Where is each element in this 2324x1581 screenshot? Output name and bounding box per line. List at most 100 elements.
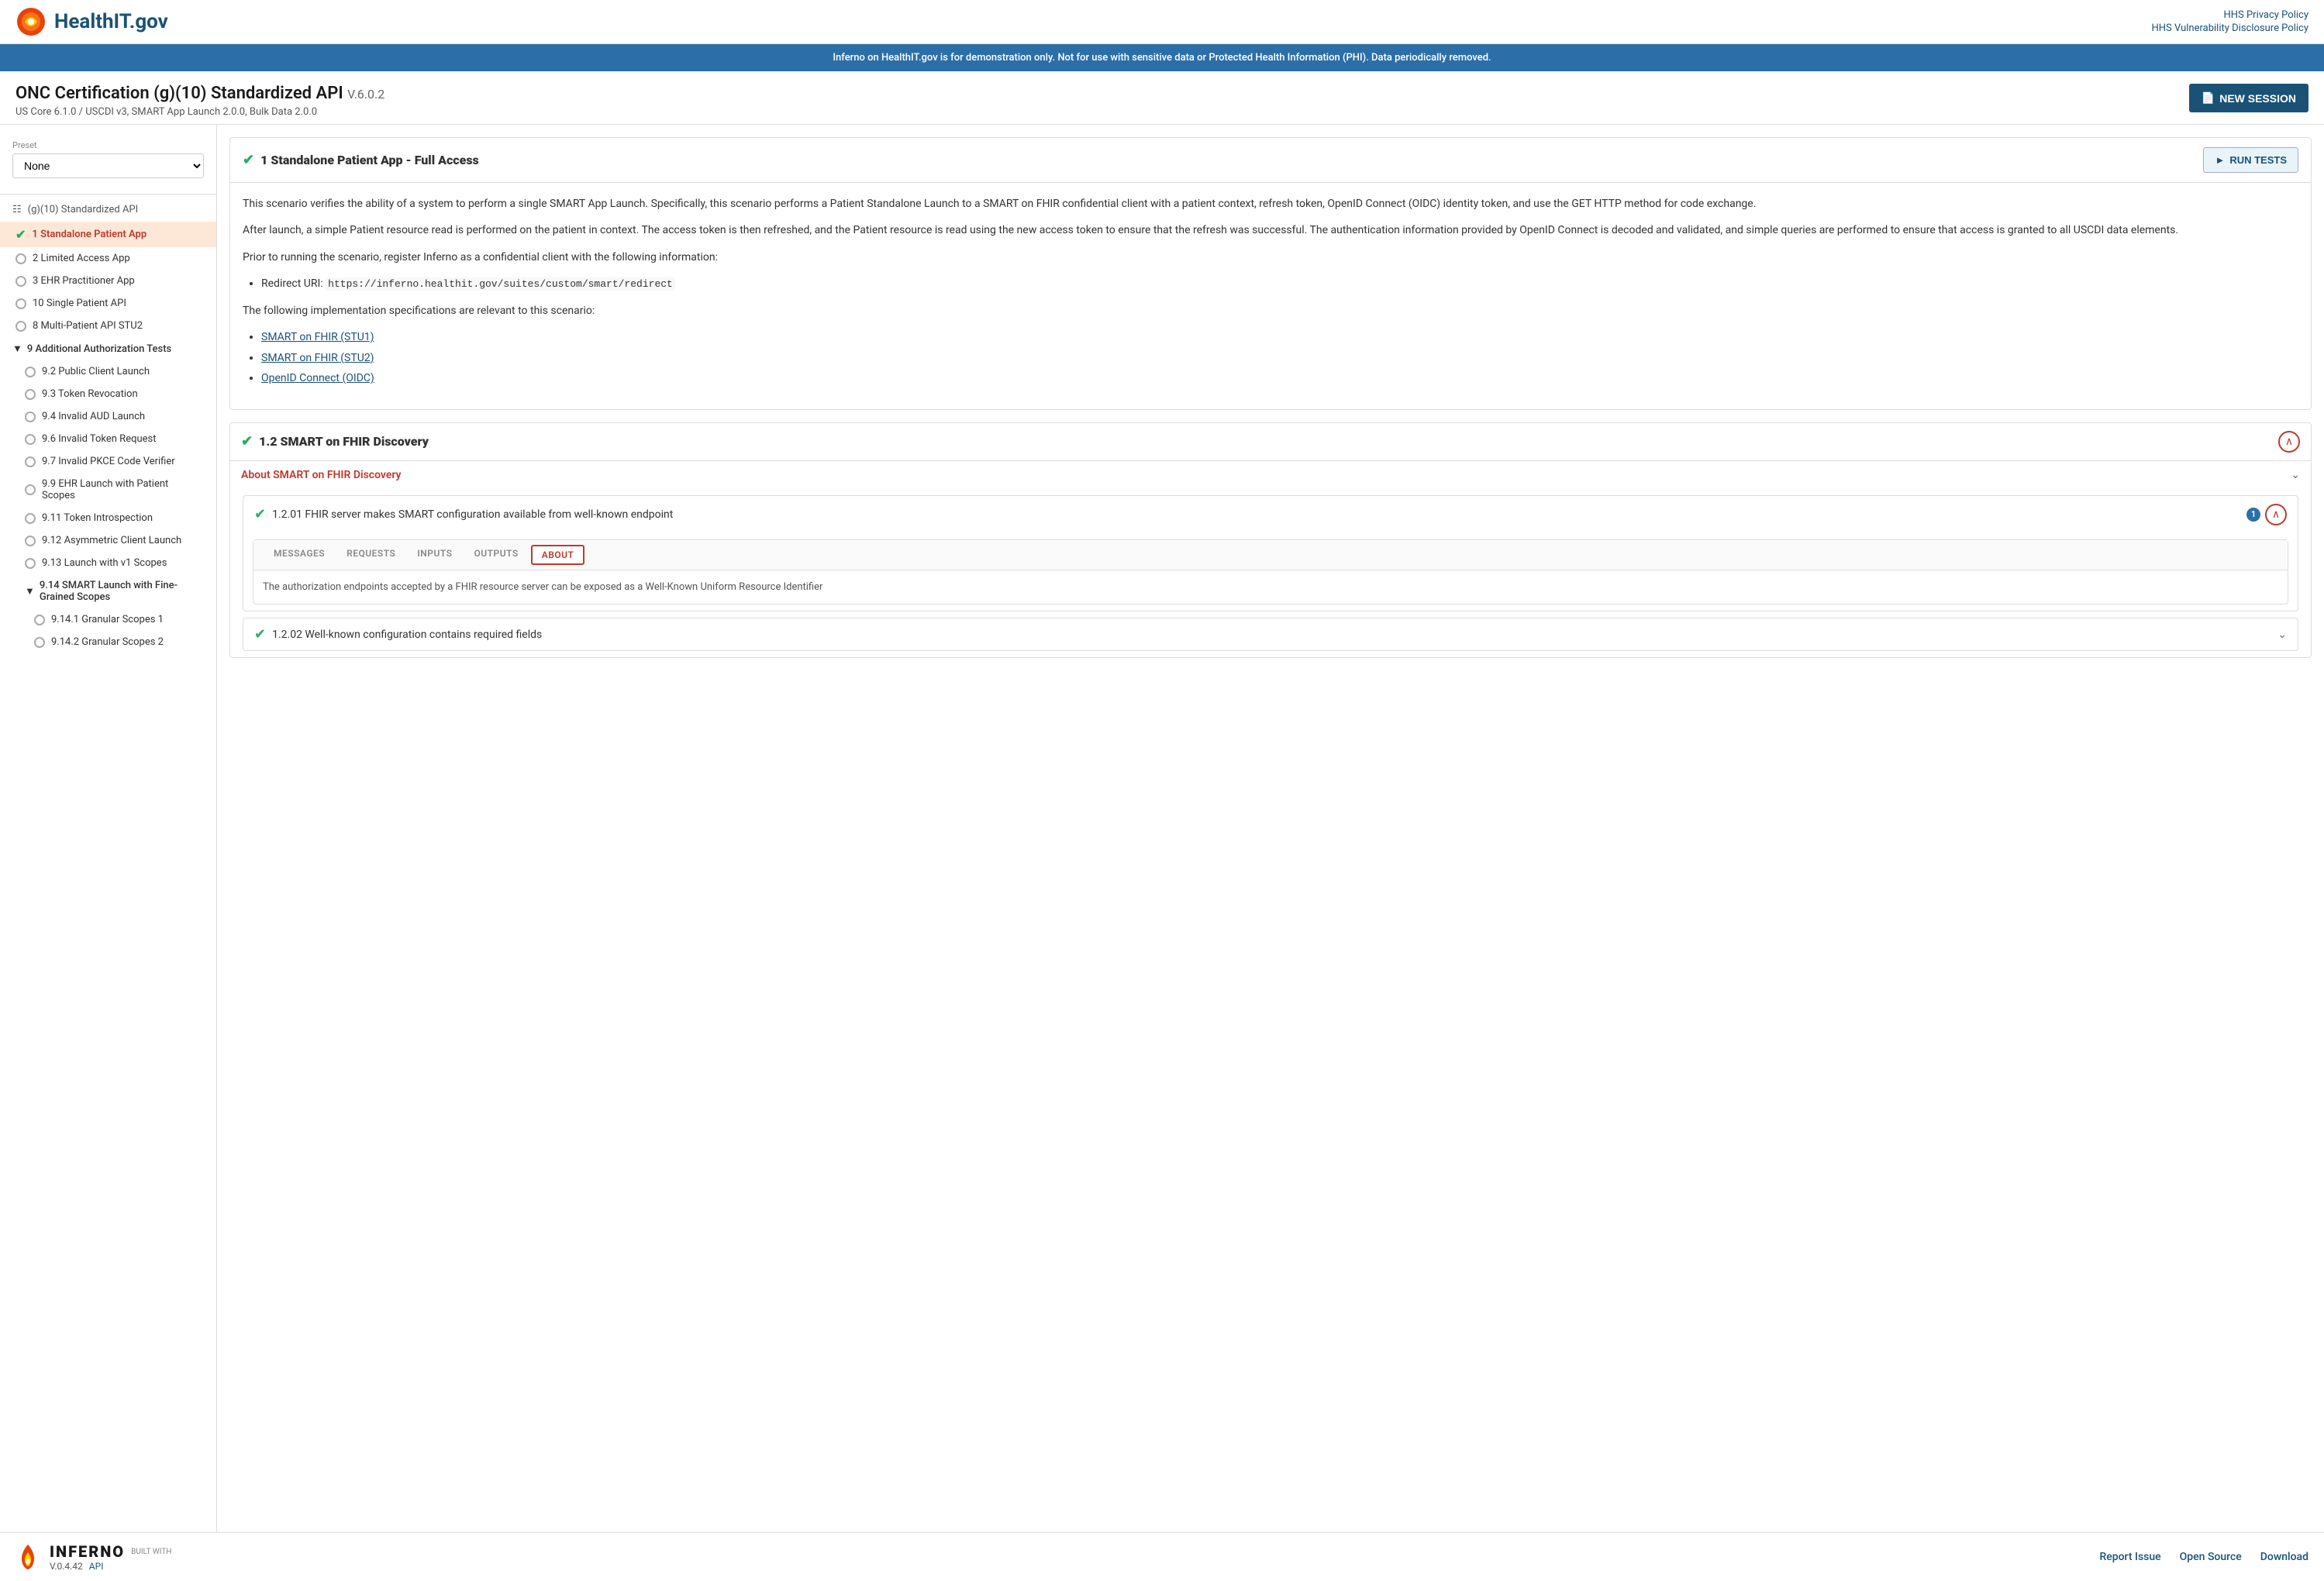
redirect-uri-value: https://inferno.healthit.gov/suites/cust…: [326, 277, 675, 291]
preset-select[interactable]: None: [12, 153, 204, 178]
open-source-link[interactable]: Open Source: [2180, 1551, 2242, 1563]
sidebar-item-label: 3 EHR Practitioner App: [33, 275, 135, 287]
smart-fhir-stu2-link[interactable]: SMART on FHIR (STU2): [261, 352, 374, 364]
vulnerability-link[interactable]: HHS Vulnerability Disclosure Policy: [2152, 22, 2309, 34]
test-description: This scenario verifies the ability of a …: [230, 183, 2311, 409]
sidebar-item-v1-scopes[interactable]: 9.13 Launch with v1 Scopes: [0, 552, 216, 574]
sidebar-item-public-client[interactable]: 9.2 Public Client Launch: [0, 360, 216, 383]
sidebar-item-label: 9.11 Token Introspection: [42, 512, 153, 524]
page-title: ONC Certification (g)(10) Standardized A…: [16, 84, 384, 103]
title-subtitle: US Core 6.1.0 / USCDI v3, SMART App Laun…: [16, 106, 384, 118]
footer-api-link[interactable]: API: [89, 1561, 104, 1572]
sidebar-item-label: 1 Standalone Patient App: [32, 229, 147, 240]
desc-para-3: Prior to running the scenario, register …: [243, 249, 2298, 266]
footer-flame-icon: [16, 1543, 40, 1571]
tab-requests[interactable]: REQUESTS: [336, 540, 406, 570]
sidebar-item-multi-patient[interactable]: 8 Multi-Patient API STU2: [0, 315, 216, 337]
expand-down-icon: ▼: [12, 343, 22, 355]
radio-circle: [34, 615, 45, 625]
sidebar-item-label: 9.6 Invalid Token Request: [42, 433, 157, 445]
grid-icon: ☷: [12, 204, 22, 215]
about-chevron-icon: ⌄: [2291, 469, 2300, 481]
title-bar: ONC Certification (g)(10) Standardized A…: [0, 71, 2324, 125]
sidebar-item-label: 9.3 Token Revocation: [42, 388, 138, 400]
test-item-title: ✔ 1.2.01 FHIR server makes SMART configu…: [254, 506, 673, 522]
radio-circle: [34, 637, 45, 648]
about-section: About SMART on FHIR Discovery ⌄: [230, 460, 2311, 489]
tabs-bar: MESSAGES REQUESTS INPUTS OUTPUTS ABOUT: [253, 540, 2288, 570]
title-main: ONC Certification (g)(10) Standardized A…: [16, 84, 343, 103]
tab-inputs[interactable]: INPUTS: [406, 540, 463, 570]
banner-text: Inferno on HealthIT.gov is for demonstra…: [833, 52, 1491, 64]
built-with-text: BUILT WITH: [131, 1547, 171, 1557]
sidebar-item-limited-access[interactable]: 2 Limited Access App: [0, 247, 216, 270]
preset-area: Preset None: [0, 134, 216, 191]
redirect-uri-item: Redirect URI: https://inferno.healthit.g…: [261, 275, 2298, 293]
sidebar-item-granular-scopes-2[interactable]: 9.14.2 Granular Scopes 2: [0, 631, 216, 653]
sidebar-item-label: 9.14.1 Granular Scopes 1: [51, 614, 164, 625]
smart-fhir-stu1-link[interactable]: SMART on FHIR (STU1): [261, 331, 374, 343]
sidebar-item-token-introspection[interactable]: 9.11 Token Introspection: [0, 507, 216, 529]
logo-text: HealthIT.gov: [54, 10, 168, 33]
redirect-uri-label: Redirect URI:: [261, 277, 323, 290]
preset-label: Preset: [12, 140, 204, 150]
about-title: About SMART on FHIR Discovery: [241, 469, 401, 481]
test-item-header: ✔ 1.2.01 FHIR server makes SMART configu…: [243, 496, 2298, 533]
sidebar-item-label: 9.13 Launch with v1 Scopes: [42, 557, 167, 569]
sidebar-item-granular-scopes-1[interactable]: 9.14.1 Granular Scopes 1: [0, 608, 216, 631]
sidebar-item-single-patient[interactable]: 10 Single Patient API: [0, 292, 216, 315]
section-title-text: 1 Standalone Patient App - Full Access: [260, 153, 479, 167]
warning-banner: Inferno on HealthIT.gov is for demonstra…: [0, 44, 2324, 71]
sidebar-item-invalid-pkce[interactable]: 9.7 Invalid PKCE Code Verifier: [0, 450, 216, 473]
sidebar-item-additional-auth[interactable]: ▼ 9 Additional Authorization Tests: [0, 337, 216, 360]
run-tests-button[interactable]: ► RUN TESTS: [2203, 147, 2298, 173]
sidebar-item-invalid-token[interactable]: 9.6 Invalid Token Request: [0, 428, 216, 450]
footer-left: INFERNO BUILT WITH V.0.4.42 API: [16, 1542, 171, 1572]
sidebar-item-label: 9.7 Invalid PKCE Code Verifier: [42, 456, 175, 467]
logo-area: HealthIT.gov: [16, 6, 168, 37]
sidebar-item-ehr-practitioner[interactable]: 3 EHR Practitioner App: [0, 270, 216, 292]
desc-para-1: This scenario verifies the ability of a …: [243, 195, 2298, 212]
inferno-label: INFERNO: [50, 1542, 125, 1561]
sidebar-item-ehr-launch-patient[interactable]: 9.9 EHR Launch with Patient Scopes: [0, 473, 216, 507]
tab-about[interactable]: ABOUT: [531, 545, 585, 565]
sidebar-item-label: 9.12 Asymmetric Client Launch: [42, 535, 181, 546]
sidebar-item-token-revocation[interactable]: 9.3 Token Revocation: [0, 383, 216, 405]
download-link[interactable]: Download: [2260, 1551, 2308, 1563]
run-tests-label: RUN TESTS: [2229, 154, 2287, 166]
sidebar-item-label: 9 Additional Authorization Tests: [27, 343, 171, 355]
spec-link-3: OpenID Connect (OIDC): [261, 370, 2298, 387]
tab-messages[interactable]: MESSAGES: [263, 540, 336, 570]
sidebar-item-label: 2 Limited Access App: [33, 253, 130, 264]
sidebar-item-label: 10 Single Patient API: [33, 298, 126, 309]
sidebar-item-invalid-aud[interactable]: 9.4 Invalid AUD Launch: [0, 405, 216, 428]
new-session-button[interactable]: 📄 NEW SESSION: [2189, 84, 2308, 112]
privacy-policy-link[interactable]: HHS Privacy Policy: [2223, 9, 2308, 21]
sidebar-api-label: (g)(10) Standardized API: [28, 204, 139, 215]
sidebar-item-fine-grained[interactable]: ▼ 9.14 SMART Launch with Fine-Grained Sc…: [0, 574, 216, 608]
header: HealthIT.gov HHS Privacy Policy HHS Vuln…: [0, 0, 2324, 44]
sidebar-item-label: 8 Multi-Patient API STU2: [33, 320, 143, 332]
collapse-button[interactable]: ∧: [2278, 431, 2300, 453]
sidebar-item-standalone-patient[interactable]: ✔ 1 Standalone Patient App: [0, 222, 216, 247]
tab-outputs[interactable]: OUTPUTS: [464, 540, 529, 570]
report-issue-link[interactable]: Report Issue: [2099, 1551, 2160, 1563]
footer-version: V.0.4.42: [50, 1561, 83, 1572]
tab-about-content: The authorization endpoints accepted by …: [253, 570, 2288, 604]
radio-circle: [16, 253, 26, 264]
sidebar: Preset None ☷ (g)(10) Standardized API ✔…: [0, 125, 217, 1532]
sub-test-title: ✔ 1.2 SMART on FHIR Discovery: [241, 433, 429, 450]
main-layout: Preset None ☷ (g)(10) Standardized API ✔…: [0, 125, 2324, 1532]
test-item-check-icon: ✔: [254, 506, 266, 522]
test-section-header: ✔ 1 Standalone Patient App - Full Access…: [230, 138, 2311, 183]
test-item-1202-chevron-icon: ⌄: [2277, 629, 2287, 641]
desc-para-2: After launch, a simple Patient resource …: [243, 222, 2298, 239]
test-item-collapse-button[interactable]: ∧: [2265, 504, 2287, 525]
footer-logo: [16, 1543, 40, 1571]
spec-link-2: SMART on FHIR (STU2): [261, 350, 2298, 367]
about-header[interactable]: About SMART on FHIR Discovery ⌄: [230, 461, 2311, 489]
openid-connect-link[interactable]: OpenID Connect (OIDC): [261, 372, 374, 384]
test-item-1202-title-text: 1.2.02 Well-known configuration contains…: [272, 629, 542, 641]
sidebar-item-asymmetric-client[interactable]: 9.12 Asymmetric Client Launch: [0, 529, 216, 552]
sidebar-item-label: 9.4 Invalid AUD Launch: [42, 411, 145, 422]
